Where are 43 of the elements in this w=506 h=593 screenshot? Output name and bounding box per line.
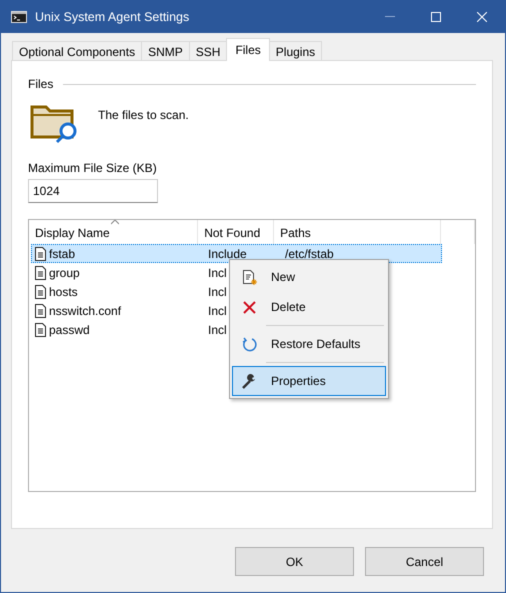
menu-item[interactable]: Restore Defaults [232,329,386,359]
file-icon [35,246,46,260]
menu-item[interactable]: Delete [232,292,386,322]
menu-item[interactable]: New [232,262,386,292]
tab[interactable]: Plugins [268,41,322,61]
tab[interactable]: Files [226,38,270,61]
file-name: hosts [49,284,78,300]
ok-button[interactable]: OK [235,547,354,576]
cancel-button[interactable]: Cancel [365,547,484,576]
file-name: fstab [49,246,76,262]
field-label: Maximum File Size (KB) [28,160,158,177]
max-size-field[interactable]: 1024 [28,179,158,203]
file-icon [35,322,46,336]
window-title: Unix System Agent Settings [35,8,190,26]
file-icon [35,284,46,298]
group-title: Files [28,76,54,93]
delete-icon [240,298,258,316]
file-icon [35,266,46,280]
new-file-icon [240,268,258,286]
table-cell: /etc/fstab [285,246,334,260]
table-cell: Incl [208,284,227,298]
table-row[interactable]: fstab Include /etc/fstab [31,244,442,263]
maximize-icon [431,12,441,22]
tab[interactable]: Optional Components [12,41,142,61]
file-name: passwd [49,322,90,338]
file-name: nsswitch.conf [49,302,122,320]
menu-item[interactable]: Properties [232,366,386,396]
description-text: The files to scan. [98,107,189,124]
terminal-icon [11,11,27,23]
file-icon [35,304,46,318]
table-row[interactable]: group Incl [31,263,228,282]
table-row[interactable]: passwd Incl [31,320,228,339]
table-row[interactable]: hosts Incl [31,282,228,301]
refresh-icon [240,336,258,352]
close-icon [477,12,487,22]
table-row[interactable]: nsswitch.conf Incl [31,301,228,320]
table-cell: Incl [208,266,227,280]
wrench-icon [240,372,258,390]
table-cell: Include [208,246,247,260]
minimize-icon [385,16,395,18]
file-name: group [49,264,80,282]
table-cell: Incl [208,322,227,336]
table-cell: Incl [208,304,227,318]
